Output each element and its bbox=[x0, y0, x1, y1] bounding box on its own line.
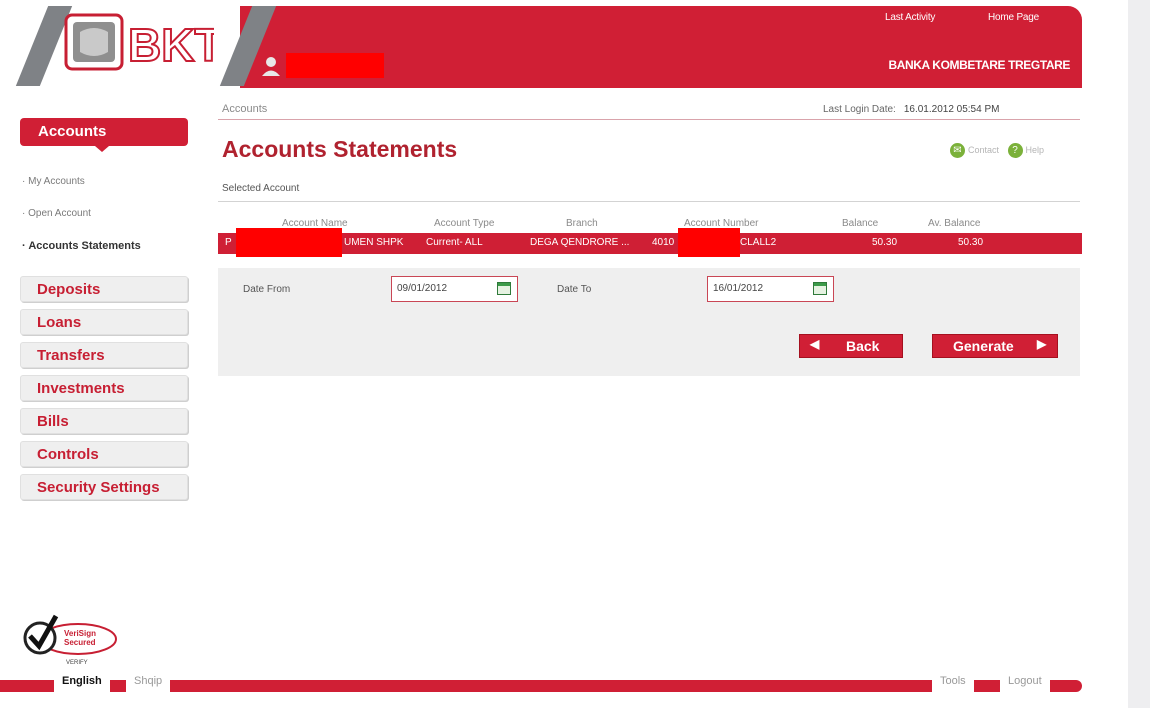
date-to-label: Date To bbox=[557, 284, 592, 295]
page-title: Accounts Statements bbox=[222, 136, 458, 162]
last-login-info: Last Login Date: 16.01.2012 05:54 PM bbox=[823, 104, 999, 115]
account-number-redaction bbox=[678, 228, 740, 257]
language-shqip-tab[interactable]: Shqip bbox=[126, 674, 171, 692]
account-type-cell: Current- ALL bbox=[426, 237, 483, 248]
last-login-value: 16.01.2012 05:54 PM bbox=[903, 104, 1000, 115]
calendar-icon[interactable] bbox=[497, 282, 511, 295]
breadcrumb[interactable]: Accounts bbox=[222, 103, 267, 115]
last-activity-link[interactable]: Last Activity bbox=[885, 12, 935, 23]
column-header-account-type: Account Type bbox=[434, 218, 495, 229]
verisign-line1: VeriSign bbox=[64, 629, 96, 638]
bkt-logo[interactable]: BKT bbox=[64, 12, 214, 72]
username-redaction bbox=[286, 53, 384, 78]
generate-button-label: Generate bbox=[953, 338, 1014, 354]
back-button[interactable]: ◀ Back bbox=[799, 334, 903, 358]
sidebar-item-security-settings[interactable]: Security Settings bbox=[20, 474, 188, 500]
calendar-icon[interactable] bbox=[813, 282, 827, 295]
help-icon[interactable]: ? bbox=[1007, 143, 1023, 158]
header: BKT Last Activity Home Page BANKA KOMBET… bbox=[0, 0, 1128, 90]
sidebar-item-deposits[interactable]: Deposits bbox=[20, 276, 188, 302]
av-balance-cell: 50.30 bbox=[958, 237, 984, 248]
tools-tab[interactable]: Tools bbox=[932, 674, 974, 692]
verisign-line3: VERIFY bbox=[66, 660, 88, 666]
balance-cell: 50.30 bbox=[872, 237, 898, 248]
sidebar-sub-my-accounts[interactable]: · My Accounts bbox=[22, 176, 85, 187]
logout-tab[interactable]: Logout bbox=[1000, 674, 1050, 692]
active-indicator bbox=[95, 146, 109, 152]
sidebar-item-controls[interactable]: Controls bbox=[20, 441, 188, 467]
verisign-line2: Secured bbox=[64, 638, 96, 647]
arrow-left-icon: ◀ bbox=[810, 337, 820, 351]
back-button-label: Back bbox=[846, 338, 880, 354]
sidebar-sub-label: Open Account bbox=[28, 208, 91, 219]
page-frame: BKT Last Activity Home Page BANKA KOMBET… bbox=[0, 0, 1128, 708]
date-to-input[interactable]: 16/01/2012 bbox=[707, 276, 834, 302]
bank-name: BANKA KOMBETARE TREGTARE bbox=[888, 58, 1070, 72]
divider bbox=[218, 119, 1080, 120]
sidebar-item-transfers[interactable]: Transfers bbox=[20, 342, 188, 368]
page-gutter bbox=[1128, 0, 1150, 708]
divider bbox=[218, 201, 1080, 202]
arrow-right-icon: ▶ bbox=[1037, 337, 1047, 351]
sidebar-sub-open-account[interactable]: · Open Account bbox=[22, 208, 91, 219]
sidebar-item-loans[interactable]: Loans bbox=[20, 309, 188, 335]
language-english-tab[interactable]: English bbox=[54, 674, 110, 692]
account-name-prefix: P bbox=[225, 237, 232, 248]
verisign-seal[interactable]: VeriSign Secured VERIFY bbox=[20, 612, 120, 672]
sidebar-item-bills[interactable]: Bills bbox=[20, 408, 188, 434]
sidebar-sub-label: Accounts Statements bbox=[28, 240, 141, 252]
account-number-prefix: 4010 bbox=[652, 237, 675, 248]
column-header-branch: Branch bbox=[566, 218, 598, 229]
selected-account-label: Selected Account bbox=[222, 183, 300, 194]
generate-button[interactable]: Generate ▶ bbox=[932, 334, 1058, 358]
statement-form-panel bbox=[218, 268, 1080, 376]
account-number-suffix: CLALL2 bbox=[740, 237, 777, 248]
help-link[interactable]: Help bbox=[1026, 145, 1045, 155]
home-page-link[interactable]: Home Page bbox=[988, 12, 1039, 23]
user-icon bbox=[262, 57, 280, 76]
date-from-label: Date From bbox=[243, 284, 291, 295]
date-to-value: 16/01/2012 bbox=[713, 283, 764, 294]
column-header-balance: Balance bbox=[842, 218, 879, 229]
branch-cell: DEGA QENDRORE ... bbox=[530, 237, 630, 248]
column-header-av-balance: Av. Balance bbox=[928, 218, 981, 229]
date-from-value: 09/01/2012 bbox=[397, 283, 448, 294]
sidebar-sub-label: My Accounts bbox=[28, 176, 85, 187]
account-name-redaction bbox=[236, 228, 342, 257]
contact-link[interactable]: Contact bbox=[968, 145, 999, 155]
logo-text: BKT bbox=[128, 19, 214, 71]
last-login-label: Last Login Date: bbox=[823, 104, 896, 115]
sidebar-item-accounts[interactable]: Accounts bbox=[20, 118, 188, 146]
date-from-input[interactable]: 09/01/2012 bbox=[391, 276, 518, 302]
page-tools: ✉ Contact ? Help bbox=[950, 143, 1044, 158]
contact-icon[interactable]: ✉ bbox=[950, 143, 965, 158]
sidebar-item-investments[interactable]: Investments bbox=[20, 375, 188, 401]
account-name-suffix: UMEN SHPK bbox=[344, 237, 404, 248]
sidebar-sub-accounts-statements[interactable]: · Accounts Statements bbox=[22, 240, 141, 252]
